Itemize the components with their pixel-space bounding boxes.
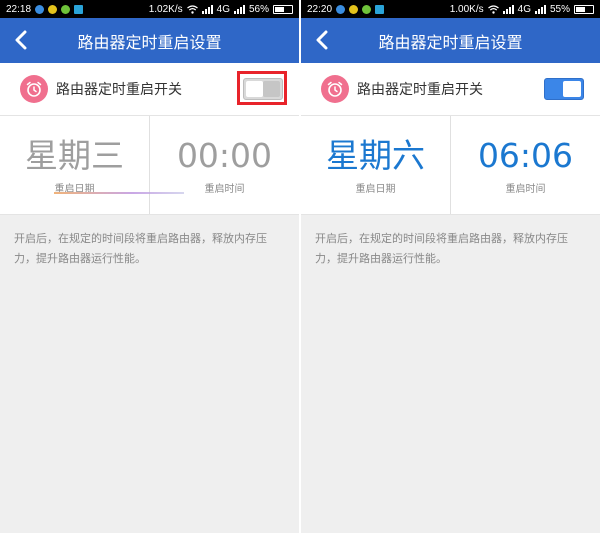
status-network: 4G (216, 3, 230, 15)
back-button[interactable] (8, 26, 34, 54)
notification-icon (35, 4, 45, 14)
restart-toggle[interactable] (544, 78, 584, 100)
status-speed: 1.00K/s (449, 3, 484, 15)
switch-label: 路由器定时重启开关 (56, 82, 182, 98)
status-bar: 22:18 1.02K/s 4G 56% (0, 0, 299, 18)
wechat-icon (362, 4, 372, 14)
status-battery-text: 55% (549, 3, 570, 15)
restart-time-value: 00:00 (176, 135, 273, 175)
status-time: 22:18 (6, 3, 32, 15)
wifi-icon (186, 4, 198, 14)
day-picker[interactable]: 星期六 重启日期 (301, 116, 450, 214)
app-badge-icon (375, 4, 385, 14)
wifi-icon (487, 4, 499, 14)
page-title: 路由器定时重启设置 (77, 32, 222, 52)
signal-icon (201, 4, 213, 14)
title-bar: 路由器定时重启设置 (301, 18, 600, 63)
time-picker[interactable]: 06:06 重启时间 (451, 116, 600, 214)
status-battery-text: 56% (248, 3, 269, 15)
status-time: 22:20 (307, 3, 333, 15)
description-text: 开启后，在规定的时间段将重启路由器，释放内存压力，提升路由器运行性能。 (315, 232, 568, 265)
restart-time-caption: 重启时间 (505, 183, 546, 195)
screen-left: 22:18 1.02K/s 4G 56% 路由器定时重启设置 路由器定时重启开关… (0, 0, 299, 533)
restart-day-value: 星期六 (326, 135, 425, 175)
back-button[interactable] (309, 26, 335, 54)
signal-icon-2 (233, 4, 245, 14)
app-notification-icon (48, 4, 58, 14)
app-notification-icon (349, 4, 359, 14)
battery-icon (273, 4, 293, 14)
time-picker[interactable]: 00:00 重启时间 (150, 116, 299, 214)
alarm-clock-icon (20, 75, 48, 103)
status-bar: 22:20 1.00K/s 4G 55% (301, 0, 600, 18)
app-badge-icon (74, 4, 84, 14)
restart-switch-row: 路由器定时重启开关 (0, 63, 299, 115)
status-speed: 1.02K/s (148, 3, 183, 15)
switch-label: 路由器定时重启开关 (357, 82, 483, 98)
back-arrow-icon (316, 30, 328, 50)
restart-time-value: 06:06 (477, 135, 574, 175)
battery-icon (574, 4, 594, 14)
day-picker[interactable]: 星期三 重启日期 (0, 116, 149, 214)
signal-icon (502, 4, 514, 14)
wechat-icon (61, 4, 71, 14)
description-text: 开启后，在规定的时间段将重启路由器，释放内存压力，提升路由器运行性能。 (14, 232, 267, 265)
restart-switch-row: 路由器定时重启开关 (301, 63, 600, 115)
alarm-clock-icon (321, 75, 349, 103)
notification-icon (336, 4, 346, 14)
loading-line (54, 192, 184, 194)
signal-icon-2 (534, 4, 546, 14)
schedule-panel: 星期三 重启日期 00:00 重启时间 (0, 116, 299, 214)
restart-day-caption: 重启日期 (355, 183, 396, 195)
highlight-annotation (237, 71, 287, 105)
schedule-panel: 星期六 重启日期 06:06 重启时间 (301, 116, 600, 214)
restart-day-value: 星期三 (25, 135, 124, 175)
back-arrow-icon (15, 30, 27, 50)
restart-time-caption: 重启时间 (204, 183, 245, 195)
title-bar: 路由器定时重启设置 (0, 18, 299, 63)
status-network: 4G (517, 3, 531, 15)
page-title: 路由器定时重启设置 (378, 32, 523, 52)
screen-right: 22:20 1.00K/s 4G 55% 路由器定时重启设置 路由器定时重启开关… (301, 0, 600, 533)
